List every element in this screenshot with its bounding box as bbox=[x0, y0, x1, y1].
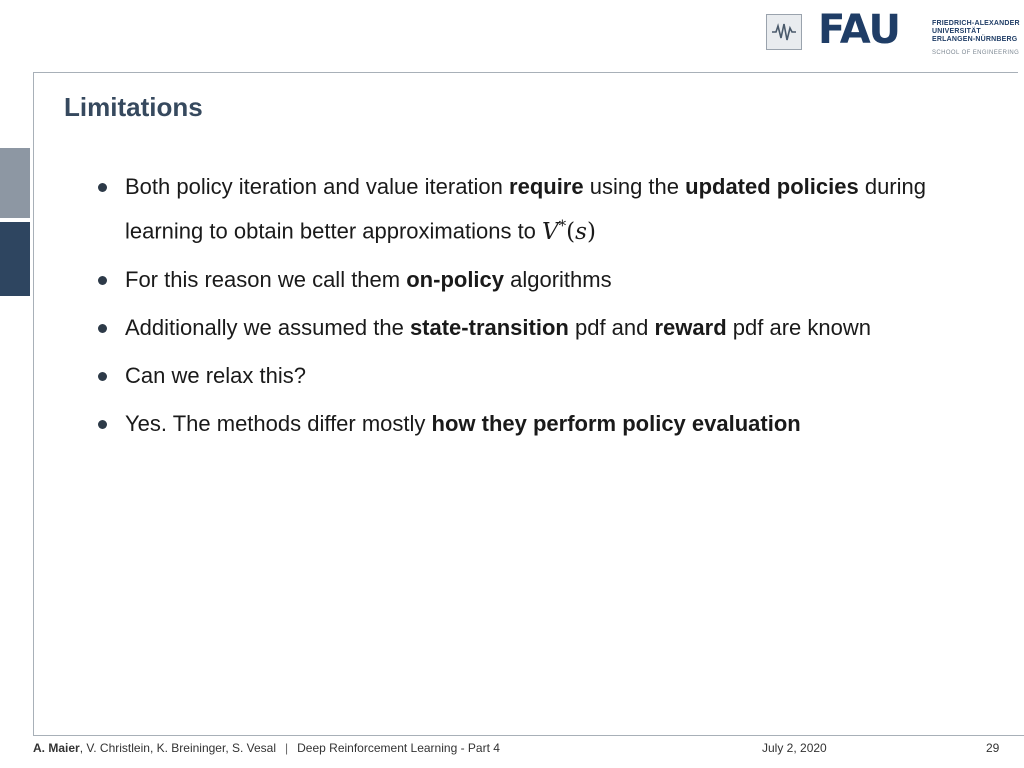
footer-separator: | bbox=[285, 741, 289, 755]
footer-divider bbox=[33, 735, 1024, 736]
math-symbol: V bbox=[542, 218, 559, 245]
bullet-text: Yes. The methods differ mostly bbox=[125, 410, 432, 436]
fau-wordmark: FAU bbox=[818, 7, 901, 53]
footer-first-author: A. Maier bbox=[33, 741, 80, 755]
bullet-list: Both policy iteration and value iteratio… bbox=[96, 168, 1006, 453]
bullet-emphasis: state-transition bbox=[409, 314, 569, 340]
bullet-text: algorithms bbox=[504, 266, 612, 292]
bullet-emphasis: on-policy bbox=[406, 266, 505, 292]
university-name-line: ERLANGEN-NÜRNBERG bbox=[932, 36, 1018, 43]
footer-lecture: Deep Reinforcement Learning - Part 4 bbox=[297, 741, 500, 755]
university-name-line: UNIVERSITÄT bbox=[932, 28, 981, 35]
bullet-item: Can we relax this? bbox=[96, 357, 1006, 395]
side-tab-light bbox=[0, 148, 30, 218]
bullet-item: For this reason we call them on-policy a… bbox=[96, 261, 1006, 299]
bullet-emphasis: require bbox=[509, 174, 584, 199]
page-number: 29 bbox=[986, 741, 1000, 755]
bullet-text: Can we relax this? bbox=[125, 362, 306, 388]
slide-title: Limitations bbox=[64, 92, 203, 122]
footer-date: July 2, 2020 bbox=[762, 741, 827, 755]
university-name-line: FRIEDRICH-ALEXANDER bbox=[932, 20, 1020, 27]
footer-authors: A. Maier, V. Christlein, K. Breininger, … bbox=[33, 741, 500, 755]
bullet-text: Both policy iteration and value iteratio… bbox=[125, 174, 510, 199]
math-close-paren: ) bbox=[586, 218, 596, 245]
footer: A. Maier, V. Christlein, K. Breininger, … bbox=[33, 741, 1003, 759]
side-tab-dark bbox=[0, 222, 30, 296]
bullet-text: For this reason we call them bbox=[125, 266, 407, 292]
bullet-text: pdf and bbox=[568, 314, 655, 340]
math-open-paren: ( bbox=[566, 218, 576, 245]
university-name: FRIEDRICH-ALEXANDER UNIVERSITÄT ERLANGEN… bbox=[932, 20, 1020, 44]
bullet-emphasis: updated policies bbox=[685, 174, 859, 199]
fau-wave-emblem-icon bbox=[766, 14, 802, 50]
bullet-text: using the bbox=[583, 174, 686, 199]
bullet-text: Additionally we assumed the bbox=[125, 314, 410, 340]
bullet-emphasis: how they perform policy evaluation bbox=[431, 410, 801, 436]
math-argument: s bbox=[575, 218, 587, 245]
bullet-item: Additionally we assumed the state-transi… bbox=[96, 309, 1006, 347]
bullet-item: Both policy iteration and value iteratio… bbox=[96, 168, 1006, 251]
bullet-emphasis: reward bbox=[654, 314, 727, 340]
footer-other-authors: , V. Christlein, K. Breininger, S. Vesal bbox=[79, 741, 277, 755]
bullet-text: pdf are known bbox=[726, 314, 871, 340]
fau-logo: FAU FRIEDRICH-ALEXANDER UNIVERSITÄT ERLA… bbox=[766, 7, 1020, 62]
math-expression: V*(s) bbox=[542, 216, 596, 245]
bullet-item: Yes. The methods differ mostly how they … bbox=[96, 405, 1006, 443]
school-name: SCHOOL OF ENGINEERING bbox=[932, 50, 1020, 56]
